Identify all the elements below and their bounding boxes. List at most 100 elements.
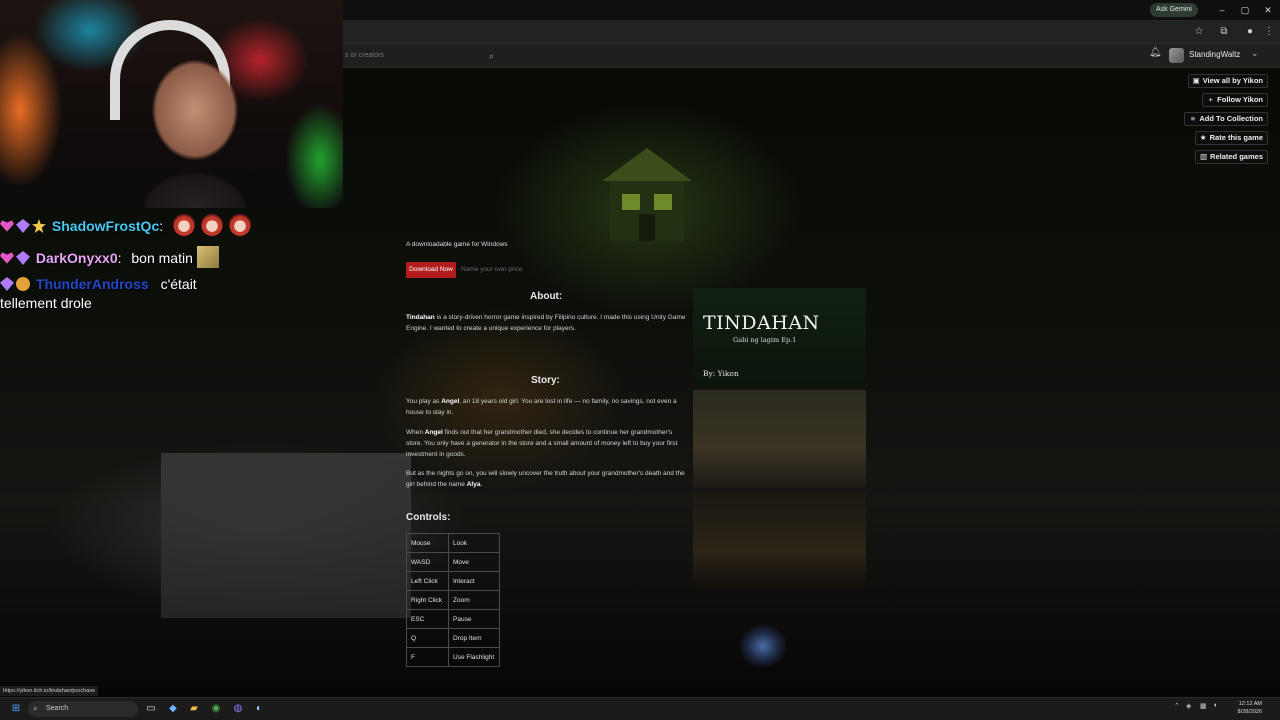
chat-message: ShadowFrostQc: xyxy=(0,214,252,236)
control-key: Right Click xyxy=(406,590,449,610)
related-games-icon: ▥ xyxy=(1200,152,1208,161)
chat-text: bon matin xyxy=(131,250,193,266)
taskbar-search-label: Search xyxy=(46,705,69,712)
background-house-image xyxy=(602,148,692,241)
chat-text: tellement drole xyxy=(0,295,92,311)
download-now-button[interactable]: Download Now xyxy=(406,262,456,278)
chat-message: ThunderAndross c'était xyxy=(0,275,197,293)
extensions-icon[interactable]: ⧉ xyxy=(1215,24,1233,40)
chat-message-continued: tellement drole xyxy=(0,294,92,312)
story-heading: Story: xyxy=(531,375,560,386)
app-tray-icon[interactable]: ◈ xyxy=(1186,702,1191,710)
gem-badge-icon xyxy=(16,251,30,265)
user-avatar[interactable] xyxy=(1169,48,1184,63)
cover-image[interactable]: TINDAHAN Gabi ng lagim Ep.1 By: Yikon xyxy=(693,288,866,386)
notification-bell-icon[interactable]: 🔔︎ xyxy=(1149,47,1162,58)
follow-button[interactable]: + Follow Yikon xyxy=(1202,93,1268,107)
table-row: Left Click Interact xyxy=(406,571,500,591)
about-heading: About: xyxy=(530,291,563,302)
emote-icon xyxy=(229,214,252,236)
taskbar-search[interactable]: ⌕ Search xyxy=(28,701,138,717)
control-action: Pause xyxy=(448,609,500,629)
decorative-lantern-image xyxy=(740,625,786,667)
close-window-button[interactable]: ✕ xyxy=(1259,2,1277,18)
heart-badge-icon xyxy=(0,220,14,232)
follow-icon: + xyxy=(1208,95,1213,104)
ask-gemini-button[interactable]: Ask Gemini xyxy=(1150,3,1198,17)
control-action: Look xyxy=(448,533,500,553)
view-all-by-button[interactable]: ▣ View all by Yikon xyxy=(1187,74,1268,88)
follow-label: Follow Yikon xyxy=(1217,95,1263,104)
star-badge-icon xyxy=(32,219,46,233)
table-row: WASD Move xyxy=(406,552,500,572)
status-bar-url: https://yikon.itch.io/tindahan/purchase xyxy=(0,686,99,696)
gem-badge-icon xyxy=(16,219,30,233)
taskbar-clock[interactable]: 12:12 AM 8/28/2026 xyxy=(1232,700,1262,716)
username[interactable]: StandingWaltz xyxy=(1189,50,1240,59)
story-paragraph-3: But as the nights go on, you will slowly… xyxy=(406,468,686,490)
star-icon: ★ xyxy=(1199,133,1207,142)
task-view-icon[interactable]: ▭ xyxy=(144,702,158,716)
search-placeholder: s or creators xyxy=(345,52,384,59)
character-name: Angel xyxy=(424,429,443,436)
windows-start-icon[interactable]: ⊞ xyxy=(9,702,23,716)
control-action: Drop Item xyxy=(448,628,500,648)
itch-header: s or creators ⌕ 🔔︎ StandingWaltz ⌄ xyxy=(343,44,1280,68)
show-hidden-icons[interactable]: ⌃ xyxy=(1174,702,1180,710)
rate-game-button[interactable]: ★ Rate this game xyxy=(1194,131,1268,145)
rate-game-label: Rate this game xyxy=(1209,133,1263,142)
story-paragraph-2: When Angel finds out that her grandmothe… xyxy=(406,427,686,460)
chevron-down-icon[interactable]: ⌄ xyxy=(1251,48,1259,59)
network-icon[interactable]: ▦ xyxy=(1200,702,1207,710)
bookmark-star-icon[interactable]: ☆ xyxy=(1190,24,1208,40)
control-action: Use Flashlight xyxy=(448,647,500,667)
screenshot-thumbnail[interactable] xyxy=(693,492,866,590)
screen: Ask Gemini – ▢ ✕ ☆ ⧉ ● ⋮ s or creators ⌕… xyxy=(0,0,1280,720)
story-text: But as the nights go on, you will slowly… xyxy=(406,470,685,488)
background-road xyxy=(161,453,411,618)
search-input[interactable]: s or creators ⌕ xyxy=(343,48,505,64)
minimize-button[interactable]: – xyxy=(1213,2,1231,18)
price-label: Name your own price xyxy=(461,266,523,273)
story-text: . xyxy=(480,481,483,488)
control-key: Q xyxy=(406,628,449,648)
search-icon: ⌕ xyxy=(33,704,38,713)
controls-heading: Controls: xyxy=(406,512,451,523)
emote-icon xyxy=(196,246,219,268)
chat-username: ThunderAndross xyxy=(35,276,149,292)
volume-icon[interactable]: ◖ xyxy=(1213,702,1217,709)
copilot-icon[interactable]: ◆ xyxy=(166,702,180,716)
control-action: Interact xyxy=(448,571,500,591)
maximize-button[interactable]: ▢ xyxy=(1236,2,1254,18)
search-icon[interactable]: ⌕ xyxy=(489,48,494,64)
steam-icon[interactable]: ◐ xyxy=(252,702,266,716)
control-key: ESC xyxy=(406,609,449,629)
view-all-icon: ▣ xyxy=(1192,76,1200,85)
table-row: Right Click Zoom xyxy=(406,590,500,610)
clock-time: 12:12 AM xyxy=(1238,701,1262,707)
controls-table: Mouse Look WASD Move Left Click Interact Ri… xyxy=(406,533,500,667)
chrome-icon[interactable]: ◉ xyxy=(209,702,223,716)
story-text: You play as xyxy=(406,398,442,405)
screenshot-thumbnail[interactable] xyxy=(693,390,866,488)
chat-username: DarkOnyxx0 xyxy=(35,250,118,266)
story-text: finds out that her grandmother died, she… xyxy=(406,429,678,458)
cover-title: TINDAHAN xyxy=(703,312,820,334)
browser-menu-icon[interactable]: ⋮ xyxy=(1260,24,1278,40)
chat-text: c'était xyxy=(160,276,197,292)
table-row: Q Drop Item xyxy=(406,628,500,648)
emote-icon xyxy=(173,214,196,236)
cover-subtitle: Gabi ng lagim Ep.1 xyxy=(733,336,797,344)
control-key: Left Click xyxy=(406,571,449,591)
chat-username: ShadowFrostQc xyxy=(51,218,160,234)
chat-separator: : xyxy=(159,218,164,234)
add-to-collection-button[interactable]: ≡ Add To Collection xyxy=(1184,112,1268,126)
profile-avatar-icon[interactable]: ● xyxy=(1241,24,1259,40)
discord-icon[interactable]: ◍ xyxy=(231,702,245,716)
browser-toolbar xyxy=(343,20,1280,44)
related-games-button[interactable]: ▥ Related games xyxy=(1195,150,1268,164)
about-paragraph: Tindahan is a story-driven horror game i… xyxy=(406,312,686,334)
file-explorer-icon[interactable]: ▰ xyxy=(187,702,201,716)
about-text: is a story-driven horror game inspired b… xyxy=(406,314,686,332)
control-action: Zoom xyxy=(448,590,500,610)
